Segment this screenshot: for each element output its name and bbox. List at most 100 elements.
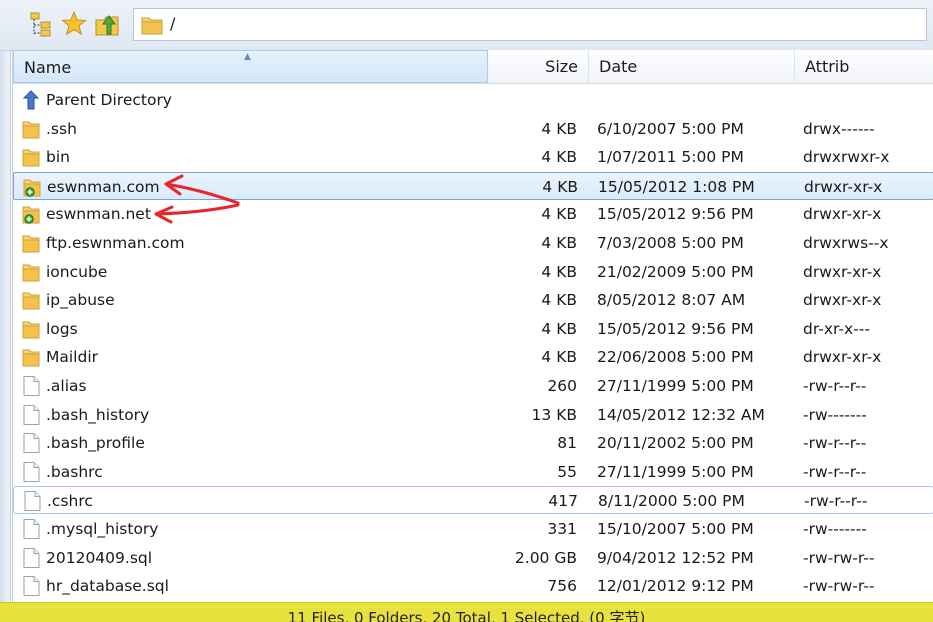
file-date: 7/03/2008 5:00 PM — [597, 234, 744, 252]
file-size: 260 — [547, 377, 577, 395]
parent-directory-icon — [22, 90, 40, 110]
file-name: ioncube — [46, 262, 108, 281]
file-row[interactable]: Parent Directory — [13, 86, 933, 114]
file-size: 13 KB — [531, 405, 577, 424]
current-path: / — [170, 14, 176, 33]
file-attrib: drwxrws--x — [803, 234, 889, 252]
file-row[interactable]: .bashrc 55 27/11/1999 5:00 PM -rw-r--r-- — [13, 458, 933, 486]
file-row[interactable]: .bash_history 13 KB 14/05/2012 12:32 AM -rw… — [13, 401, 933, 429]
file-date: 6/10/2007 5:00 PM — [597, 119, 744, 138]
go-up-folder-icon[interactable] — [94, 10, 120, 38]
file-attrib: -rw-r--r-- — [803, 434, 867, 453]
folder-new-icon — [22, 206, 40, 225]
file-name: .bash_profile — [46, 434, 145, 453]
file-icon — [23, 404, 40, 425]
window-left-edge — [0, 0, 11, 621]
file-date: 1/07/2011 5:00 PM — [597, 148, 744, 167]
file-date: 27/11/1999 5:00 PM — [597, 377, 754, 395]
file-name: .ssh — [46, 119, 77, 138]
column-header-name-label: Name — [24, 58, 72, 77]
file-row[interactable]: .ssh 4 KB 6/10/2007 5:00 PM drwx------ — [13, 115, 933, 143]
file-row[interactable]: bin 4 KB 1/07/2011 5:00 PM drwxrwxr-x — [13, 143, 933, 171]
folder-new-icon — [23, 179, 41, 197]
file-attrib: drwxrwxr-x — [803, 148, 890, 167]
file-size: 417 — [548, 492, 578, 511]
file-attrib: drwxr-xr-x — [803, 205, 882, 224]
file-size: 81 — [557, 434, 577, 453]
file-attrib: -rw-rw-r-- — [803, 548, 875, 567]
file-date: 21/02/2009 5:00 PM — [597, 262, 754, 281]
file-attrib: -rw-r--r-- — [803, 377, 867, 395]
file-row[interactable]: .bash_profile 81 20/11/2002 5:00 PM -rw-r--… — [13, 429, 933, 457]
file-row[interactable]: hr_database.sql 756 12/01/2012 9:12 PM -rw-… — [13, 572, 933, 600]
file-attrib: drwxr-xr-x — [804, 177, 883, 196]
folder-icon — [141, 17, 163, 35]
file-attrib: -rw------- — [803, 405, 867, 424]
file-icon — [24, 491, 41, 512]
file-size: 2.00 GB — [514, 548, 577, 567]
file-row[interactable]: eswnman.com 4 KB 15/05/2012 1:08 PM drwxr-x… — [13, 171, 933, 200]
file-icon — [23, 576, 40, 597]
file-size: 55 — [557, 462, 577, 481]
file-attrib: -rw------- — [803, 520, 867, 538]
file-row[interactable]: .cshrc 417 8/11/2000 5:00 PM -rw-r--r-- — [13, 486, 933, 515]
file-date: 12/01/2012 9:12 PM — [597, 577, 754, 596]
folder-icon — [22, 235, 40, 253]
file-attrib: drwxr-xr-x — [803, 291, 882, 310]
column-header-attrib-label: Attrib — [805, 57, 850, 76]
file-attrib: drwxr-xr-x — [803, 348, 882, 367]
file-name: .bash_history — [46, 405, 150, 424]
file-size: 4 KB — [541, 319, 577, 338]
file-row[interactable]: .mysql_history 331 15/10/2007 5:00 PM -rw--… — [13, 515, 933, 543]
file-list[interactable]: ▲ Name Size Date Attrib Parent Directory… — [12, 50, 933, 602]
column-header-name[interactable]: ▲ Name — [13, 50, 488, 83]
path-bar[interactable]: / — [133, 8, 927, 41]
file-name: logs — [46, 319, 78, 338]
file-row[interactable]: 20120409.sql 2.00 GB 9/04/2012 12:52 PM -rw… — [13, 544, 933, 572]
file-row[interactable]: ip_abuse 4 KB 8/05/2012 8:07 AM drwxr-xr-x — [13, 286, 933, 314]
file-size: 4 KB — [541, 262, 577, 281]
file-date: 22/06/2008 5:00 PM — [597, 348, 754, 367]
file-icon — [23, 547, 40, 568]
file-name: bin — [46, 148, 70, 167]
folder-icon — [22, 264, 40, 282]
file-row[interactable]: Maildir 4 KB 22/06/2008 5:00 PM drwxr-xr-x — [13, 343, 933, 371]
column-header-size-label: Size — [545, 57, 578, 76]
file-icon — [23, 461, 40, 482]
toolbar: / — [0, 0, 933, 51]
file-row[interactable]: ioncube 4 KB 21/02/2009 5:00 PM drwxr-xr-x — [13, 258, 933, 286]
file-row[interactable]: ftp.eswnman.com 4 KB 7/03/2008 5:00 PM drwx… — [13, 229, 933, 257]
column-header-date-label: Date — [599, 57, 638, 76]
column-header-size[interactable]: Size — [488, 50, 589, 83]
column-header-date[interactable]: Date — [589, 50, 795, 83]
file-date: 14/05/2012 12:32 AM — [597, 405, 765, 424]
file-size: 4 KB — [541, 348, 577, 367]
file-date: 20/11/2002 5:00 PM — [597, 434, 754, 453]
file-name: .mysql_history — [46, 520, 159, 538]
file-row[interactable]: logs 4 KB 15/05/2012 9:56 PM dr-xr-x--- — [13, 315, 933, 343]
file-row[interactable]: .alias 260 27/11/1999 5:00 PM -rw-r--r-- — [13, 372, 933, 400]
folder-icon — [22, 349, 40, 367]
favorites-star-icon[interactable] — [61, 10, 87, 38]
folder-tree-icon[interactable] — [28, 10, 54, 38]
file-name: .cshrc — [47, 492, 93, 511]
file-date: 9/04/2012 12:52 PM — [597, 548, 754, 567]
file-name: eswnman.com — [47, 177, 160, 196]
file-attrib: -rw-r--r-- — [803, 462, 867, 481]
file-row[interactable]: eswnman.net 4 KB 15/05/2012 9:56 PM drwxr-x… — [13, 200, 933, 228]
file-size: 4 KB — [541, 234, 577, 252]
file-date: 15/05/2012 9:56 PM — [597, 319, 754, 338]
column-header-attrib[interactable]: Attrib — [795, 50, 933, 83]
folder-icon — [22, 121, 40, 139]
file-attrib: drwx------ — [803, 119, 875, 138]
file-icon — [23, 433, 40, 454]
file-size — [488, 86, 577, 114]
file-name: .alias — [46, 377, 87, 395]
file-icon — [23, 519, 40, 539]
file-size: 331 — [547, 520, 577, 538]
folder-icon — [22, 292, 40, 310]
file-attrib: -rw-rw-r-- — [803, 577, 875, 596]
file-size: 756 — [547, 577, 577, 596]
status-text: 11 Files, 0 Folders, 20 Total, 1 Selecte… — [287, 609, 646, 622]
file-date: 8/11/2000 5:00 PM — [598, 492, 745, 511]
